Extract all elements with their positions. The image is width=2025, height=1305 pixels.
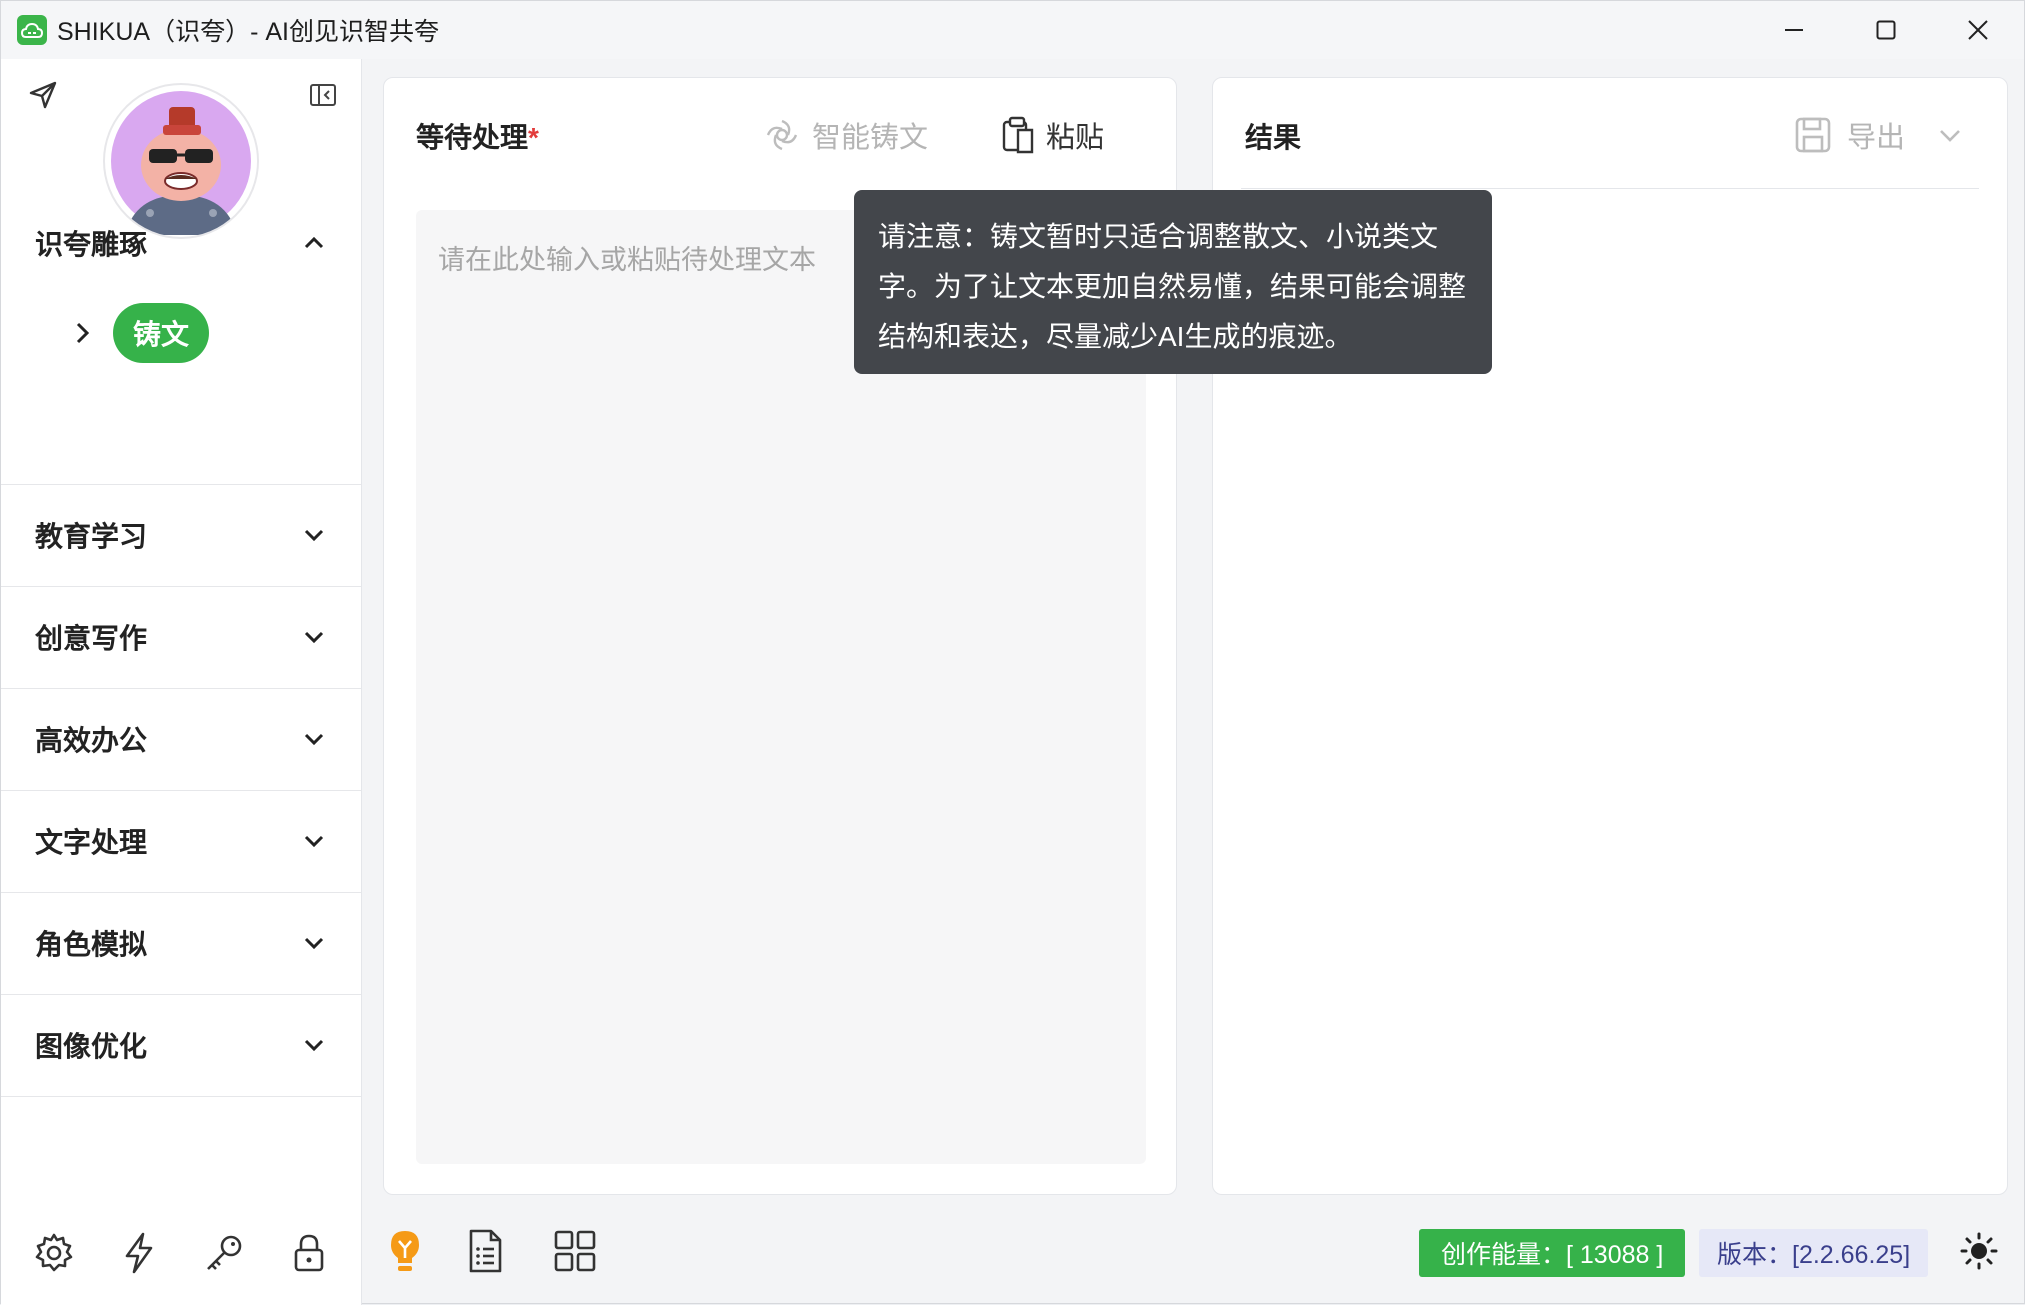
menu-section-roleplay: 角色模拟 <box>1 893 361 995</box>
lightbulb-icon[interactable] <box>381 1227 429 1275</box>
menu-header-text[interactable]: 文字处理 <box>1 791 361 891</box>
energy-badge: 创作能量：[ 13088 ] <box>1419 1229 1686 1277</box>
menu-section-office: 高效办公 <box>1 689 361 791</box>
menu-label: 文字处理 <box>35 827 148 858</box>
export-dropdown-button[interactable] <box>1937 122 1963 148</box>
menu-section-creative: 创意写作 <box>1 587 361 689</box>
send-icon[interactable] <box>25 77 61 113</box>
required-mark: * <box>528 122 539 153</box>
paste-button[interactable]: 粘贴 <box>1000 114 1104 156</box>
sidebar: 识夸雕琢 铸文 教育学习 创意写作 高效办公 文字处理 角色模拟 图像优化 <box>1 59 362 1305</box>
export-button[interactable]: 导出 <box>1793 114 1905 156</box>
clipboard-icon <box>1002 116 1034 154</box>
chevron-down-icon <box>304 1039 324 1052</box>
maximize-button[interactable] <box>1840 1 1932 59</box>
version-badge: 版本：[2.2.66.25] <box>1699 1229 1929 1277</box>
input-panel-title-text: 等待处理 <box>416 122 529 153</box>
maximize-icon <box>1876 20 1896 40</box>
chevron-down-icon <box>304 733 324 746</box>
menu-header-office[interactable]: 高效办公 <box>1 689 361 789</box>
window-title: SHIKUA（识夸）- AI创见识智共夸 <box>57 18 439 46</box>
chevron-down-icon <box>1940 130 1960 142</box>
menu-header-creative[interactable]: 创意写作 <box>1 587 361 687</box>
key-icon[interactable] <box>202 1231 246 1280</box>
result-divider <box>1241 188 1979 189</box>
menu-label: 教育学习 <box>35 521 148 552</box>
chevron-up-icon <box>304 236 324 249</box>
menu-header-education[interactable]: 教育学习 <box>1 485 361 585</box>
collapse-sidebar-icon[interactable] <box>305 77 341 113</box>
app-window: SHIKUA（识夸）- AI创见识智共夸 识夸雕琢 铸文 教育学习 创意写作 高… <box>0 0 2025 1305</box>
menu-label: 高效办公 <box>35 725 148 756</box>
lock-icon[interactable] <box>287 1231 331 1280</box>
chevron-down-icon <box>304 529 324 542</box>
menu-header-roleplay[interactable]: 角色模拟 <box>1 893 361 993</box>
minimize-button[interactable] <box>1748 1 1840 59</box>
close-icon <box>1968 20 1988 40</box>
gear-icon[interactable] <box>32 1231 76 1280</box>
sun-theme-icon[interactable] <box>1955 1227 2003 1275</box>
save-icon <box>1795 117 1831 153</box>
chevron-down-icon <box>304 835 324 848</box>
minimize-icon <box>1785 29 1803 31</box>
close-button[interactable] <box>1932 1 2024 59</box>
swirl-icon <box>766 119 798 151</box>
chevron-down-icon <box>304 631 324 644</box>
menu-label: 角色模拟 <box>35 929 148 960</box>
sidebar-bottom-toolbar <box>1 1205 361 1305</box>
menu-header-polish[interactable]: 识夸雕琢 <box>1 193 361 293</box>
selected-tool-pill[interactable]: 铸文 <box>113 303 210 363</box>
input-panel-title: 等待处理* <box>416 116 539 156</box>
window-controls <box>1748 1 2024 59</box>
document-list-icon[interactable] <box>461 1227 509 1275</box>
export-label: 导出 <box>1847 122 1906 154</box>
menu-section-image: 图像优化 <box>1 995 361 1097</box>
paste-label: 粘贴 <box>1046 122 1105 154</box>
app-logo-icon <box>17 15 47 45</box>
lightning-icon[interactable] <box>117 1231 161 1280</box>
menu-label: 识夸雕琢 <box>35 229 148 260</box>
grid-apps-icon[interactable] <box>551 1227 599 1275</box>
menu-section-education: 教育学习 <box>1 485 361 587</box>
smart-zhuwen-button[interactable]: 智能铸文 <box>762 114 928 156</box>
menu-subitem-zhuwen[interactable]: 铸文 <box>1 293 361 373</box>
chevron-right-icon <box>76 322 90 344</box>
menu-label: 创意写作 <box>35 623 148 654</box>
result-panel-title: 结果 <box>1245 122 1302 153</box>
title-bar: SHIKUA（识夸）- AI创见识智共夸 <box>1 1 2024 59</box>
menu-section-polish: 识夸雕琢 铸文 <box>1 193 361 485</box>
notice-tooltip: 请注意：铸文暂时只适合调整散文、小说类文字。为了让文本更加自然易懂，结果可能会调… <box>854 190 1492 374</box>
menu-label: 图像优化 <box>35 1031 148 1062</box>
menu-header-image[interactable]: 图像优化 <box>1 995 361 1095</box>
smart-zhuwen-label: 智能铸文 <box>812 122 929 154</box>
menu-section-text: 文字处理 <box>1 791 361 893</box>
chevron-down-icon <box>304 937 324 950</box>
